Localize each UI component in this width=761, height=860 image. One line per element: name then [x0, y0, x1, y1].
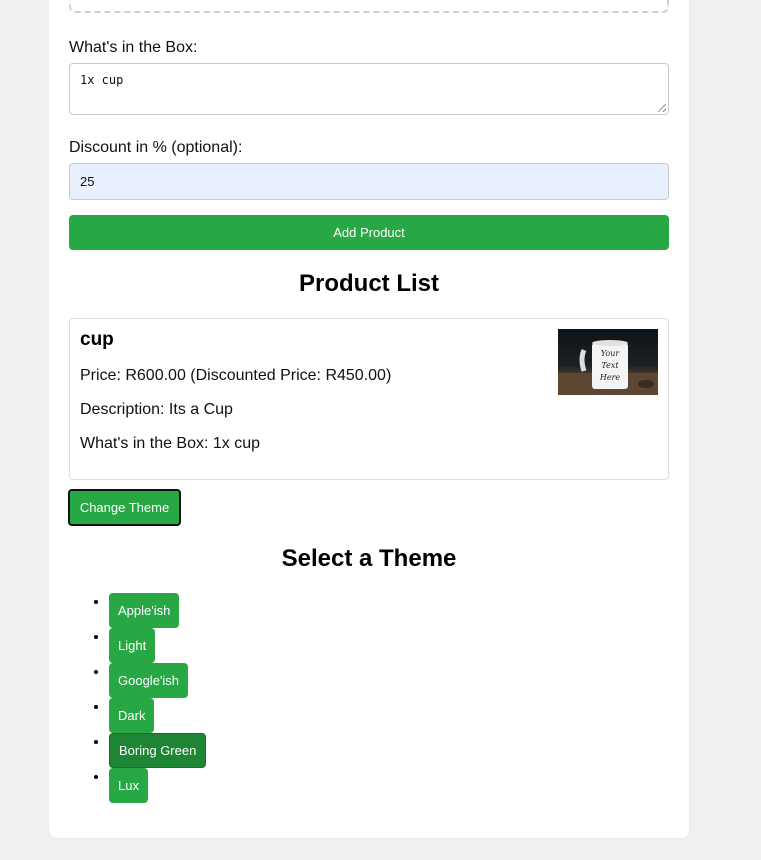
product-image: Your Text Here: [558, 329, 658, 395]
discount-input[interactable]: 25: [69, 163, 669, 200]
mug-image-icon: Your Text Here: [558, 340, 658, 395]
theme-button-lux[interactable]: Lux: [109, 768, 148, 803]
theme-button-googleish[interactable]: Google'ish: [109, 663, 189, 698]
list-item: Boring Green: [109, 733, 207, 768]
discount-input-value: 25: [80, 174, 95, 189]
change-theme-button[interactable]: Change Theme: [68, 489, 181, 526]
theme-button-appleish[interactable]: Apple'ish: [109, 593, 180, 628]
box-label: What's in the Box:: [69, 39, 198, 56]
list-item: Light: [109, 628, 206, 663]
mug-text-2: Text: [601, 361, 619, 370]
theme-list: Apple'ish Light Google'ish Dark Boring G…: [69, 593, 207, 803]
list-item: Lux: [109, 768, 206, 803]
discount-label: Discount in % (optional):: [69, 139, 243, 156]
mug-text-1: Your: [601, 349, 621, 358]
theme-button-boring-green[interactable]: Boring Green: [109, 733, 207, 768]
product-card: cup Price: R600.00 (Discounted Price: R4…: [69, 318, 669, 480]
mug-text-3: Here: [599, 373, 621, 382]
product-list-title: Product List: [298, 270, 439, 297]
select-theme-title: Select a Theme: [281, 545, 457, 572]
box-textarea-value: 1x cup: [80, 73, 124, 87]
add-product-button[interactable]: Add Product: [69, 215, 669, 250]
product-description: Description: Its a Cup: [80, 401, 233, 418]
resize-grip-icon[interactable]: [658, 104, 666, 112]
list-item: Apple'ish: [109, 593, 206, 628]
list-item: Google'ish: [109, 663, 206, 698]
list-item: Dark: [109, 698, 206, 733]
product-box-contents: What's in the Box: 1x cup: [80, 435, 261, 452]
product-name: cup: [80, 329, 114, 350]
product-price: Price: R600.00 (Discounted Price: R450.0…: [80, 367, 392, 384]
theme-button-dark[interactable]: Dark: [109, 698, 155, 733]
box-textarea[interactable]: 1x cup: [69, 63, 669, 115]
theme-button-light[interactable]: Light: [109, 628, 156, 663]
image-dropzone[interactable]: [69, 0, 669, 13]
